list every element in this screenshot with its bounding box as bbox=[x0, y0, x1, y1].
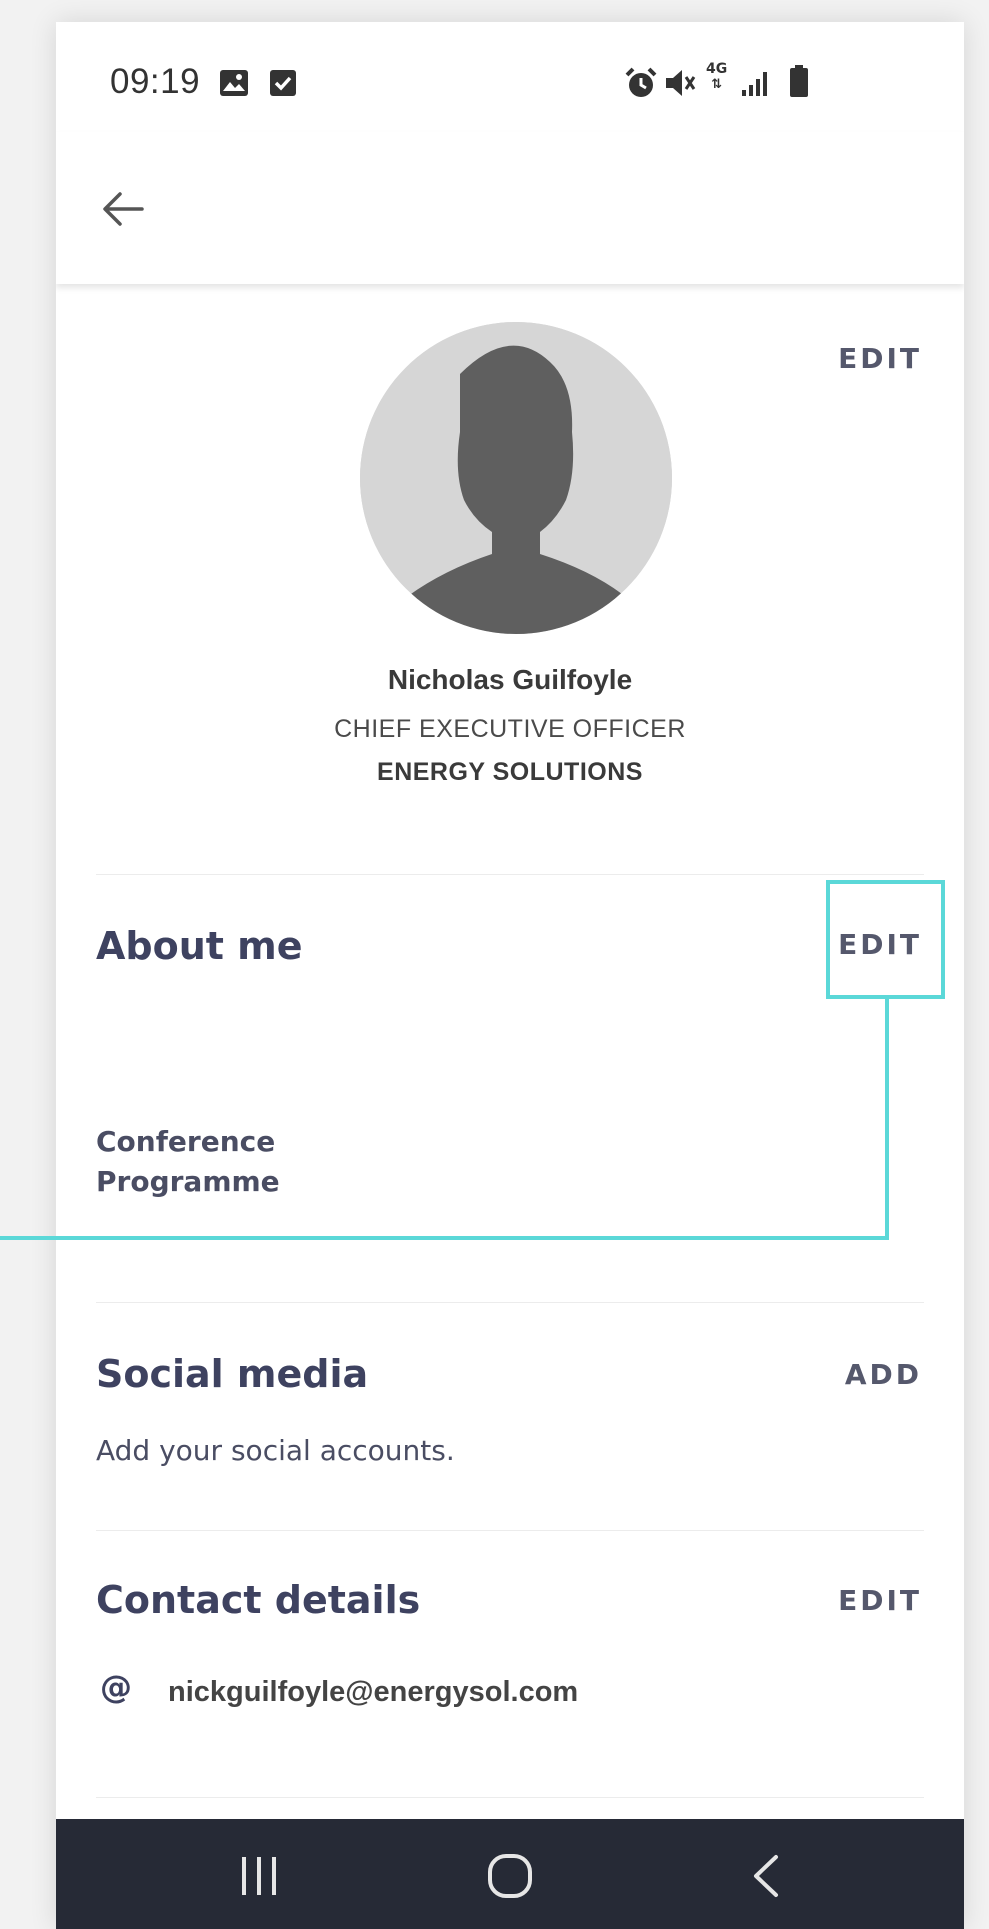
avatar[interactable] bbox=[360, 322, 672, 634]
social-body: Add your social accounts. bbox=[96, 1434, 455, 1467]
status-bar: 09:19 4G ⇅ bbox=[56, 22, 964, 132]
at-icon: @ bbox=[100, 1668, 132, 1706]
divider bbox=[96, 1797, 924, 1798]
social-title: Social media bbox=[96, 1352, 369, 1396]
signal-icon bbox=[740, 68, 770, 102]
contact-title: Contact details bbox=[96, 1578, 421, 1622]
highlight-connector-vertical bbox=[885, 997, 889, 1240]
divider bbox=[96, 874, 924, 875]
person-silhouette-icon bbox=[360, 322, 672, 634]
highlight-connector-horizontal bbox=[0, 1236, 889, 1240]
profile-edit-button[interactable]: EDIT bbox=[838, 342, 922, 375]
navigation-bar bbox=[56, 1819, 964, 1929]
highlight-box bbox=[826, 880, 945, 999]
profile-job-title: CHIEF EXECUTIVE OFFICER bbox=[334, 715, 686, 743]
network-label: 4G bbox=[706, 61, 728, 77]
social-add-button[interactable]: ADD bbox=[845, 1358, 922, 1391]
divider bbox=[96, 1530, 924, 1531]
mute-icon bbox=[663, 66, 697, 104]
arrow-left-icon[interactable] bbox=[98, 184, 148, 234]
contact-email[interactable]: nickguilfoyle@energysol.com bbox=[168, 1676, 578, 1709]
contact-edit-button[interactable]: EDIT bbox=[838, 1584, 922, 1617]
divider bbox=[96, 1302, 924, 1303]
about-body: Conference Programme bbox=[96, 1125, 280, 1198]
image-icon bbox=[219, 69, 249, 101]
status-time: 09:19 bbox=[110, 62, 201, 101]
about-title: About me bbox=[96, 924, 303, 968]
battery-icon bbox=[789, 64, 809, 102]
recents-icon[interactable] bbox=[236, 1853, 282, 1903]
app-bar bbox=[56, 132, 964, 284]
checkbox-icon bbox=[269, 69, 297, 101]
alarm-icon bbox=[624, 66, 658, 104]
4g-icon: 4G ⇅ bbox=[706, 61, 728, 93]
network-arrows: ⇅ bbox=[711, 77, 723, 92]
back-icon[interactable] bbox=[746, 1853, 786, 1903]
profile-name: Nicholas Guilfoyle bbox=[387, 664, 633, 695]
profile-company: ENERGY SOLUTIONS bbox=[377, 758, 643, 786]
home-icon[interactable] bbox=[486, 1853, 534, 1903]
